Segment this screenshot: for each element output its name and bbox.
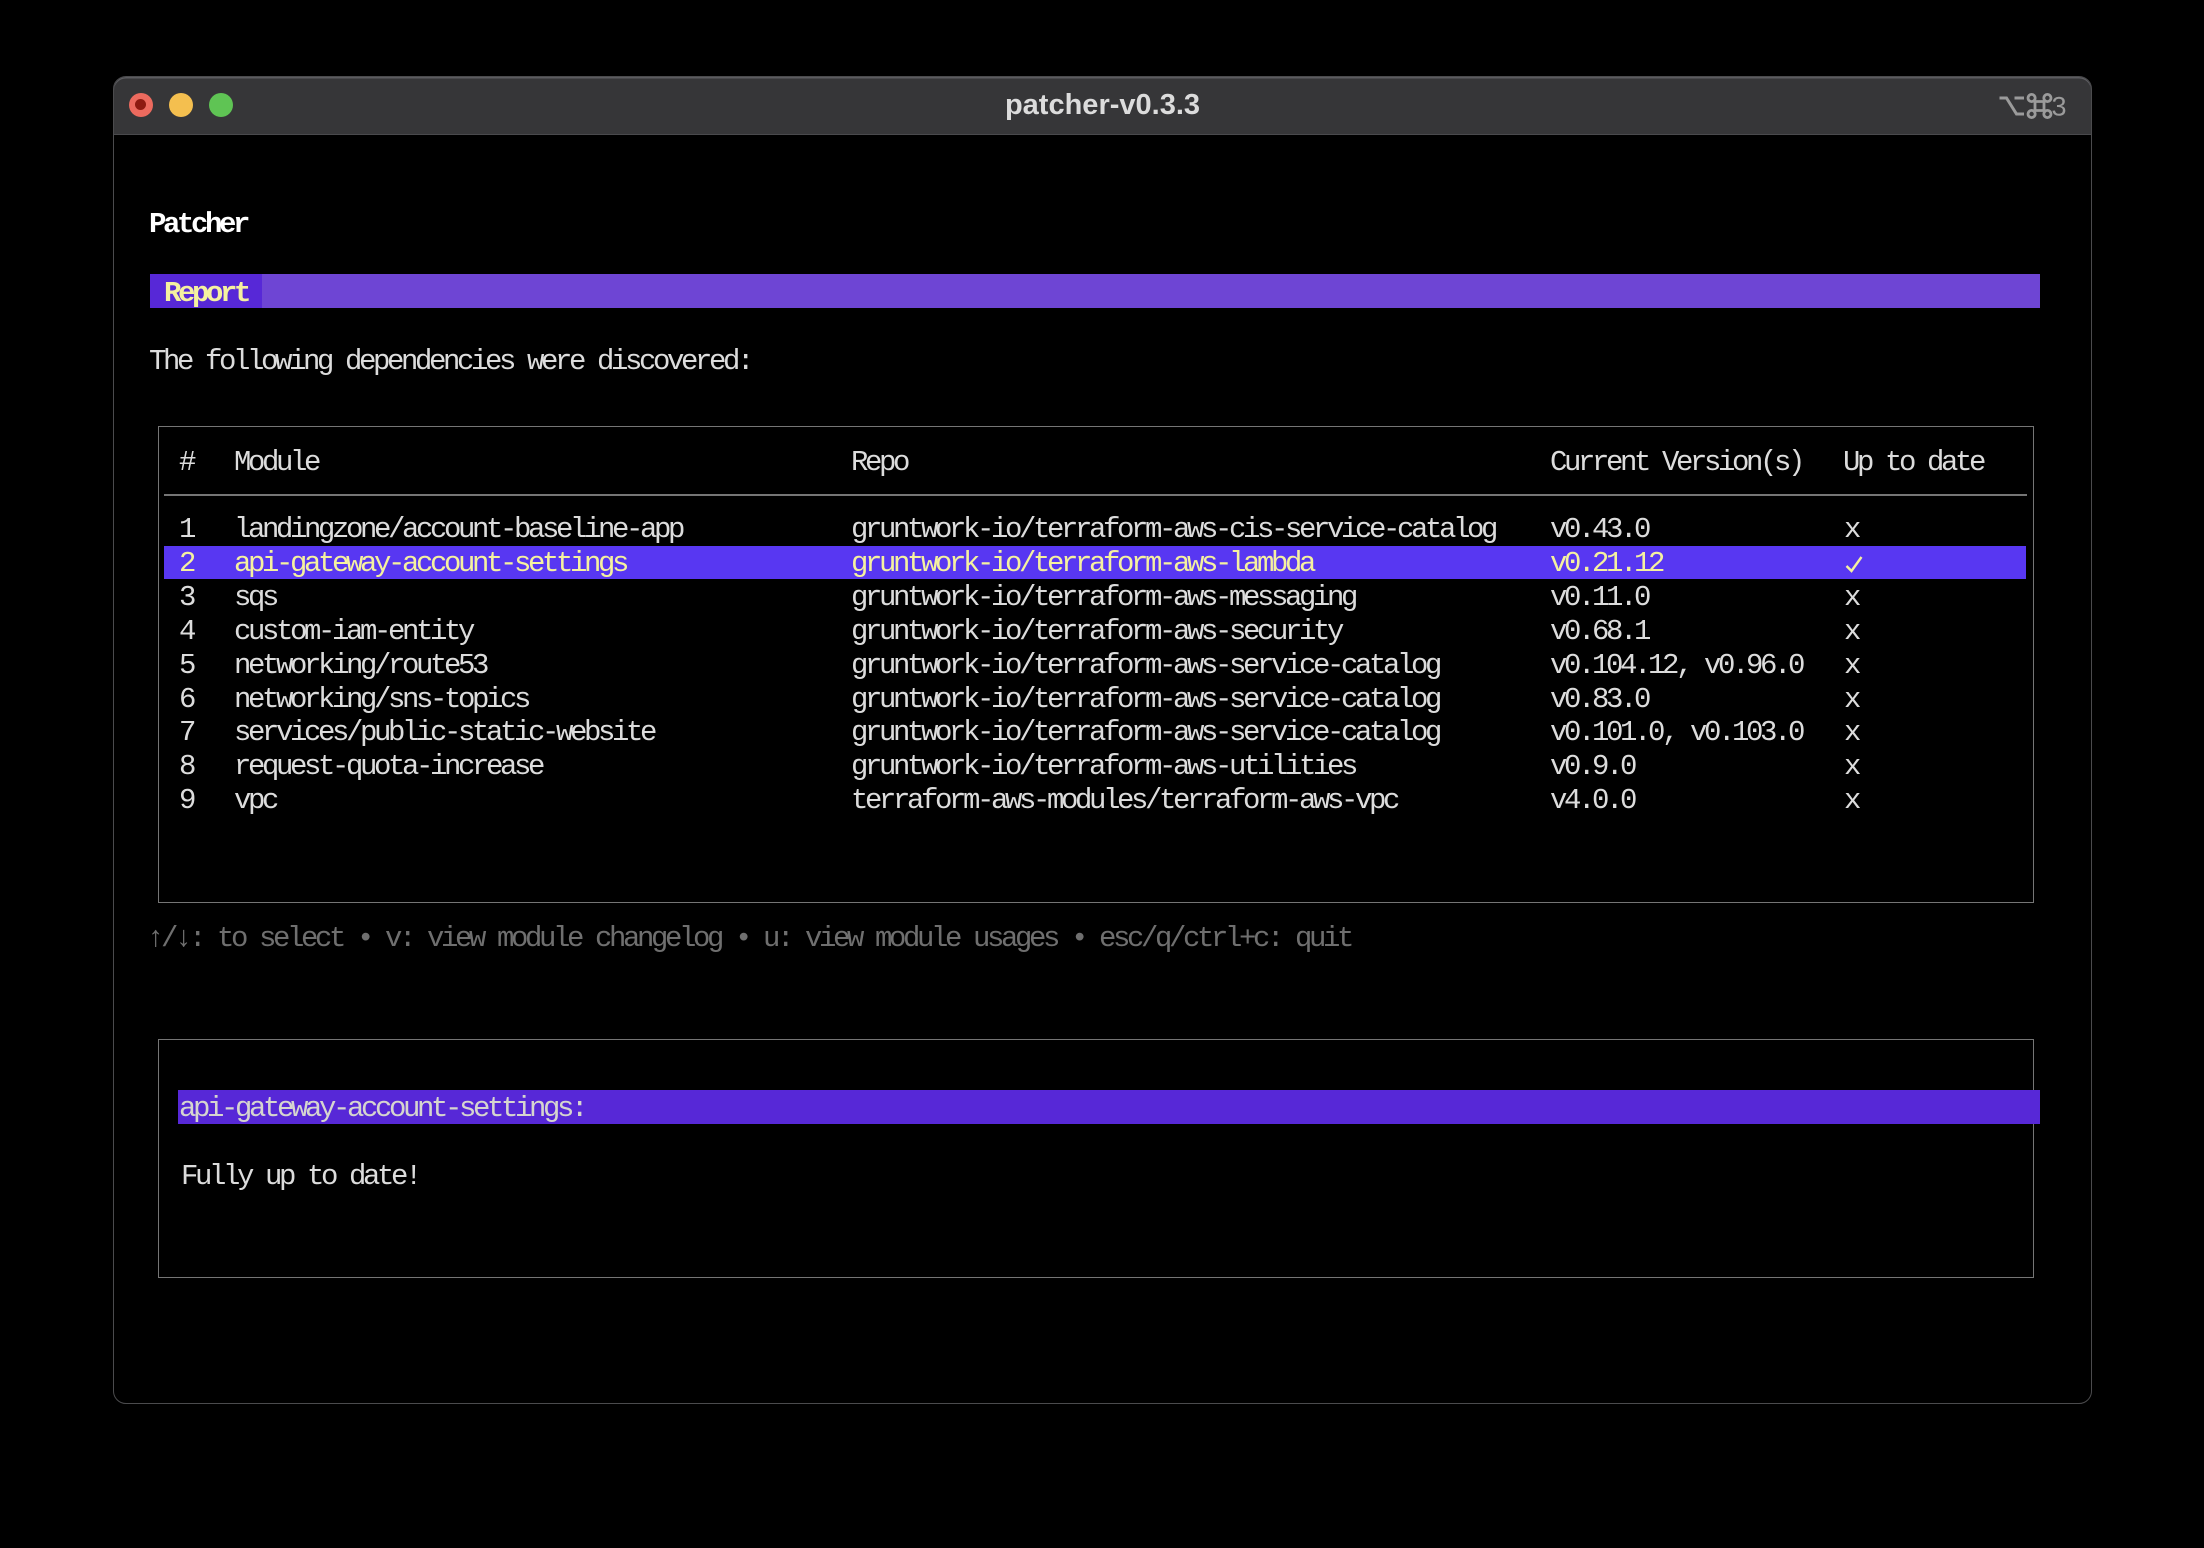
svg-text:3: 3 <box>2051 91 2066 121</box>
